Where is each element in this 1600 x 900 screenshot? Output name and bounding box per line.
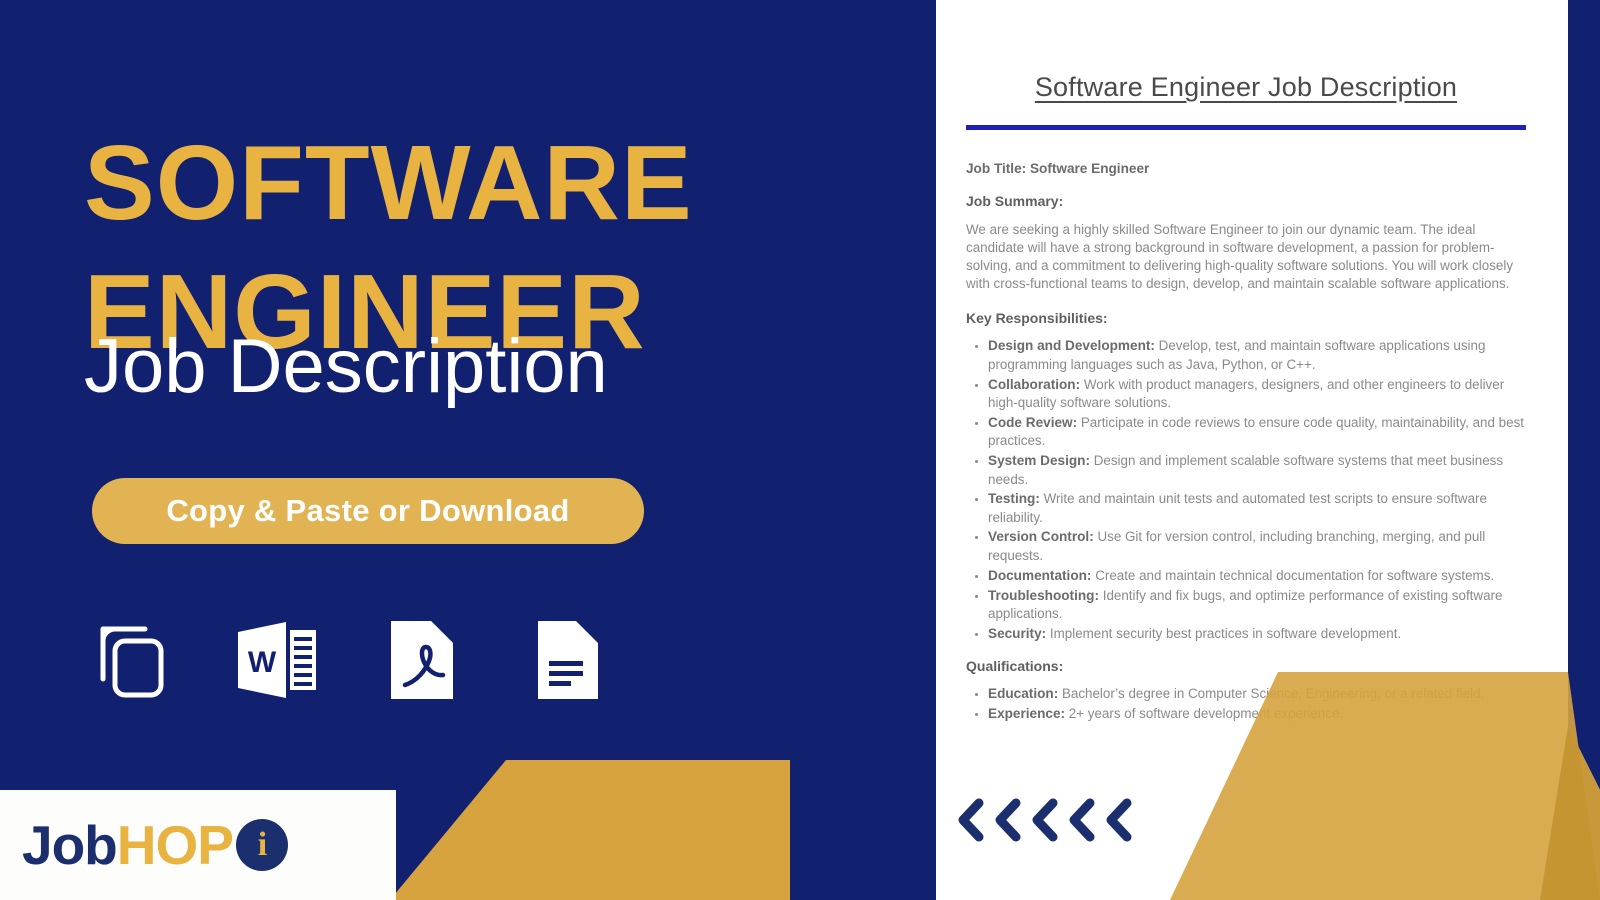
list-item: System Design: Design and implement scal…: [988, 452, 1526, 489]
list-item: Code Review: Participate in code reviews…: [988, 414, 1526, 451]
responsibility-term: Version Control:: [988, 529, 1094, 545]
logo-text-job: Job: [22, 814, 118, 876]
job-title-label: Job Title:: [966, 161, 1027, 176]
document-content: Software Engineer Job Description Job Ti…: [966, 0, 1526, 738]
list-item-description: Implement security best practices in sof…: [1046, 625, 1402, 641]
list-item: Testing: Write and maintain unit tests a…: [988, 490, 1526, 527]
list-item: Version Control: Use Git for version con…: [988, 528, 1526, 565]
back-chevrons[interactable]: [952, 795, 1136, 845]
page-subtitle: Job Description: [84, 324, 608, 409]
pdf-document-icon[interactable]: [378, 614, 466, 706]
logo-text-hop: HOP: [116, 814, 234, 876]
list-item-description: Create and maintain technical documentat…: [1091, 567, 1495, 583]
qualifications-section: Qualifications: Education: Bachelor’s de…: [966, 657, 1526, 724]
responsibility-term: Testing:: [988, 491, 1040, 507]
word-document-icon[interactable]: W: [233, 614, 321, 706]
logo-info-badge-icon: i: [235, 819, 288, 871]
qualification-term: Experience:: [988, 706, 1066, 722]
job-summary-heading: Job Summary:: [966, 193, 1064, 210]
responsibility-term: Code Review:: [988, 414, 1078, 430]
copy-paste-or-download-button[interactable]: Copy & Paste or Download: [92, 478, 644, 544]
jobhop-logo[interactable]: Job HOP i: [0, 790, 396, 900]
headline-line-1: SOFTWARE: [84, 124, 693, 243]
qualification-term: Education:: [988, 686, 1059, 702]
chevron-left-icon[interactable]: [1026, 795, 1062, 845]
list-item-description: 2+ years of software development experie…: [1065, 706, 1344, 722]
chevron-left-icon[interactable]: [1100, 795, 1136, 845]
list-item: Design and Development: Develop, test, a…: [988, 337, 1526, 374]
list-item: Troubleshooting: Identify and fix bugs, …: [988, 587, 1526, 624]
list-item: Education: Bachelor’s degree in Computer…: [988, 685, 1526, 703]
responsibility-term: Design and Development:: [988, 338, 1155, 354]
text-document-icon[interactable]: [523, 614, 611, 706]
list-item-description: Write and maintain unit tests and automa…: [988, 491, 1487, 525]
responsibility-term: System Design:: [988, 453, 1090, 469]
list-item: Experience: 2+ years of software develop…: [988, 705, 1526, 723]
logo-wordmark: Job HOP i: [22, 813, 288, 877]
key-responsibilities-section: Key Responsibilities: Design and Develop…: [966, 309, 1526, 643]
job-title-value: Software Engineer: [1026, 161, 1150, 176]
job-title-line: Job Title: Software Engineer: [966, 160, 1526, 178]
format-icon-row: W: [88, 614, 611, 706]
job-summary-section: Job Summary: We are seeking a highly ski…: [966, 192, 1526, 293]
responsibility-term: Documentation:: [988, 567, 1092, 583]
document-title-rule: [966, 125, 1526, 130]
left-navy-panel: SOFTWARE ENGINEER Job Description Copy & …: [0, 0, 936, 900]
word-icon-letter: W: [248, 646, 277, 679]
list-item: Collaboration: Work with product manager…: [988, 376, 1526, 413]
key-responsibilities-heading: Key Responsibilities:: [966, 310, 1108, 327]
chevron-left-icon[interactable]: [989, 795, 1025, 845]
list-item: Security: Implement security best practi…: [988, 625, 1526, 643]
document-title: Software Engineer Job Description: [1034, 72, 1458, 102]
qualifications-heading: Qualifications:: [966, 658, 1064, 675]
copy-icon[interactable]: [88, 614, 176, 706]
responsibility-term: Collaboration:: [988, 376, 1081, 392]
qualifications-list: Education: Bachelor’s degree in Computer…: [966, 685, 1526, 723]
list-item: Documentation: Create and maintain techn…: [988, 567, 1526, 585]
promo-slide: SOFTWARE ENGINEER Job Description Copy & …: [0, 0, 1600, 900]
responsibility-term: Security:: [988, 625, 1047, 641]
key-responsibilities-list: Design and Development: Develop, test, a…: [966, 337, 1526, 643]
list-item-description: Bachelor’s degree in Computer Science, E…: [1058, 686, 1485, 702]
document-body: Job Title: Software Engineer Job Summary…: [966, 160, 1526, 724]
chevron-left-icon[interactable]: [1063, 795, 1099, 845]
job-description-document[interactable]: Software Engineer Job Description Job Ti…: [936, 0, 1600, 900]
job-summary-text: We are seeking a highly skilled Software…: [966, 221, 1514, 292]
responsibility-term: Troubleshooting:: [988, 587, 1099, 603]
chevron-left-icon[interactable]: [952, 795, 988, 845]
